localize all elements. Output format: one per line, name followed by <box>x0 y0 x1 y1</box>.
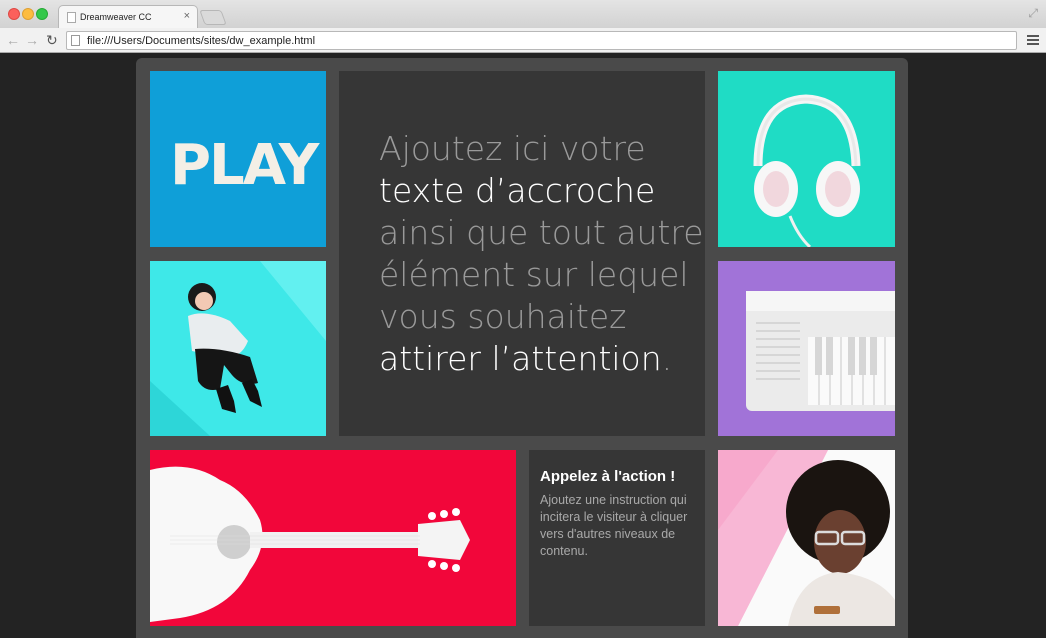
tab-title: Dreamweaver CC <box>80 12 152 22</box>
keyboard-image[interactable] <box>718 261 895 436</box>
minimize-window-button[interactable] <box>22 8 34 20</box>
hero-line-highlight: attirer l’attention <box>379 339 662 378</box>
girl-image[interactable] <box>150 261 326 436</box>
fullscreen-icon[interactable]: ⤢ <box>1028 6 1038 21</box>
hero-period: . <box>661 339 673 378</box>
cta-title[interactable]: Appelez à l'action ! <box>540 468 675 485</box>
hero-line: élément sur lequel <box>379 255 689 294</box>
close-window-button[interactable] <box>8 8 20 20</box>
page-icon <box>67 12 76 23</box>
page-icon <box>71 35 80 46</box>
back-arrow-icon[interactable]: ← <box>6 32 20 48</box>
menu-icon[interactable] <box>1027 35 1039 47</box>
page-container: PLAY Ajoutez ici votre texte d’accroche … <box>136 58 908 638</box>
guitar-image[interactable] <box>150 450 516 626</box>
forward-arrow-icon[interactable]: → <box>25 32 39 48</box>
cta-body: Ajoutez une instruction qui incitera le … <box>540 493 688 558</box>
browser-tab[interactable]: Dreamweaver CC × <box>58 5 198 29</box>
tab-close-icon[interactable]: × <box>184 10 190 22</box>
hero-line: ainsi que tout autre <box>379 213 704 252</box>
man-image[interactable] <box>718 450 895 626</box>
call-to-action-tile[interactable]: Appelez à l'action ! Ajoutez une instruc… <box>529 450 705 626</box>
hero-tile: Ajoutez ici votre texte d’accroche ainsi… <box>339 71 705 436</box>
hero-text: Ajoutez ici votre texte d’accroche ainsi… <box>379 128 704 380</box>
hero-line: Ajoutez ici votre <box>379 129 646 168</box>
hero-line-highlight: texte d’accroche <box>379 171 656 210</box>
address-bar[interactable]: file:///Users/Documents/sites/dw_example… <box>66 31 1017 50</box>
play-tile[interactable]: PLAY <box>150 71 326 247</box>
url-text[interactable]: file:///Users/Documents/sites/dw_example… <box>87 35 315 47</box>
headphones-image[interactable] <box>718 71 895 247</box>
reload-icon[interactable]: ↻ <box>46 32 58 48</box>
new-tab-button[interactable] <box>199 10 227 25</box>
window-titlebar: Dreamweaver CC × ⤢ <box>0 0 1046 29</box>
hero-line: vous souhaitez <box>379 297 627 336</box>
play-logo: PLAY <box>170 133 319 198</box>
zoom-window-button[interactable] <box>36 8 48 20</box>
browser-toolbar: ← → ↻ file:///Users/Documents/sites/dw_e… <box>0 28 1046 53</box>
